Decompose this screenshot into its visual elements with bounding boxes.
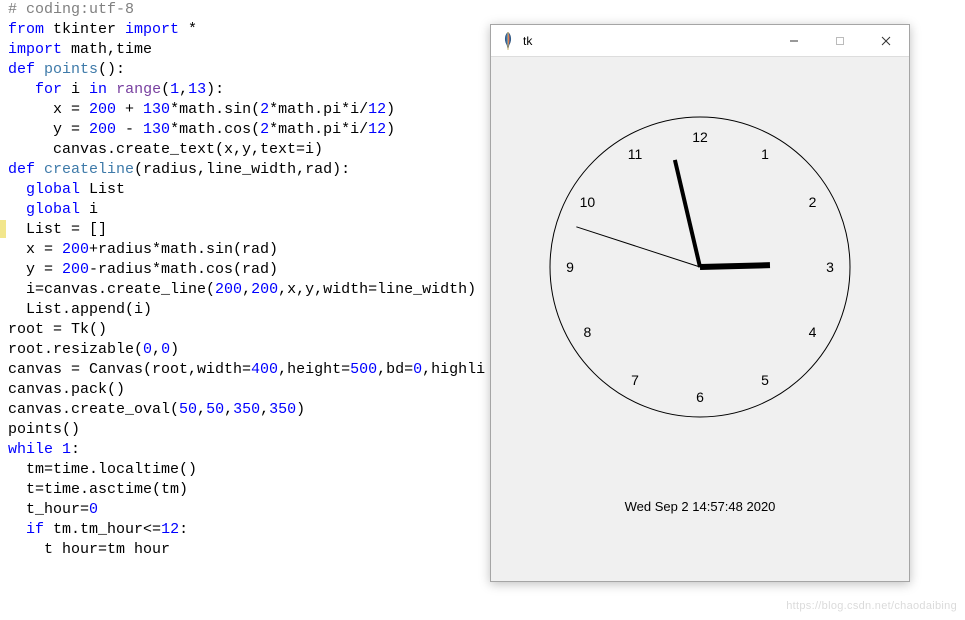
code-line[interactable]: y = 200 - 130*math.cos(2*math.pi*i/12) [8, 120, 508, 140]
close-button[interactable] [863, 25, 909, 57]
code-line[interactable]: canvas.create_text(x,y,text=i) [8, 140, 508, 160]
code-line[interactable]: x = 200+radius*math.sin(rad) [8, 240, 508, 260]
code-line[interactable]: tm=time.localtime() [8, 460, 508, 480]
code-line[interactable]: canvas = Canvas(root,width=400,height=50… [8, 360, 508, 380]
code-line[interactable]: canvas.create_oval(50,50,350,350) [8, 400, 508, 420]
code-line[interactable]: def createline(radius,line_width,rad): [8, 160, 508, 180]
clock-number: 5 [761, 370, 769, 390]
code-line[interactable]: canvas.pack() [8, 380, 508, 400]
code-line[interactable]: root = Tk() [8, 320, 508, 340]
code-line[interactable]: # coding:utf-8 [8, 0, 508, 20]
clock-number: 11 [628, 144, 643, 164]
clock-number: 1 [761, 144, 769, 164]
clock-number: 4 [809, 322, 817, 342]
code-editor[interactable]: # coding:utf-8from tkinter import *impor… [8, 0, 508, 560]
clock-number: 6 [696, 387, 704, 407]
clock-number: 9 [566, 257, 574, 277]
code-line[interactable]: List.append(i) [8, 300, 508, 320]
code-line[interactable]: from tkinter import * [8, 20, 508, 40]
code-line[interactable]: t_hour=0 [8, 500, 508, 520]
tk-canvas: Wed Sep 2 14:57:48 2020 121234567891011 [500, 67, 900, 567]
minimize-button[interactable] [771, 25, 817, 57]
code-line[interactable]: def points(): [8, 60, 508, 80]
clock-number: 8 [584, 322, 592, 342]
code-line[interactable]: x = 200 + 130*math.sin(2*math.pi*i/12) [8, 100, 508, 120]
window-title: tk [523, 31, 532, 51]
tk-window: tk Wed Sep 2 14:57:48 2020 1212345678910… [490, 24, 910, 582]
clock-number: 2 [809, 192, 817, 212]
code-line[interactable]: y = 200-radius*math.cos(rad) [8, 260, 508, 280]
code-line[interactable]: if tm.tm_hour<=12: [8, 520, 508, 540]
clock-number: 12 [692, 127, 708, 147]
clock-number: 7 [631, 370, 639, 390]
watermark: https://blog.csdn.net/chaodaibing [786, 596, 957, 616]
clock-number: 3 [826, 257, 834, 277]
clock-number: 10 [580, 192, 596, 212]
code-line[interactable]: i=canvas.create_line(200,200,x,y,width=l… [8, 280, 508, 300]
code-line[interactable]: while 1: [8, 440, 508, 460]
code-line[interactable]: t=time.asctime(tm) [8, 480, 508, 500]
code-line[interactable]: for i in range(1,13): [8, 80, 508, 100]
code-line[interactable]: List = [] [8, 220, 508, 240]
clock-time-label: Wed Sep 2 14:57:48 2020 [625, 497, 776, 517]
window-titlebar: tk [491, 25, 909, 57]
code-line[interactable]: import math,time [8, 40, 508, 60]
app-icon [501, 31, 515, 51]
gutter-highlight [0, 220, 6, 238]
code-line[interactable]: points() [8, 420, 508, 440]
code-line[interactable]: t hour=tm hour [8, 540, 508, 560]
code-line[interactable]: global List [8, 180, 508, 200]
code-line[interactable]: root.resizable(0,0) [8, 340, 508, 360]
maximize-button [817, 25, 863, 57]
code-line[interactable]: global i [8, 200, 508, 220]
